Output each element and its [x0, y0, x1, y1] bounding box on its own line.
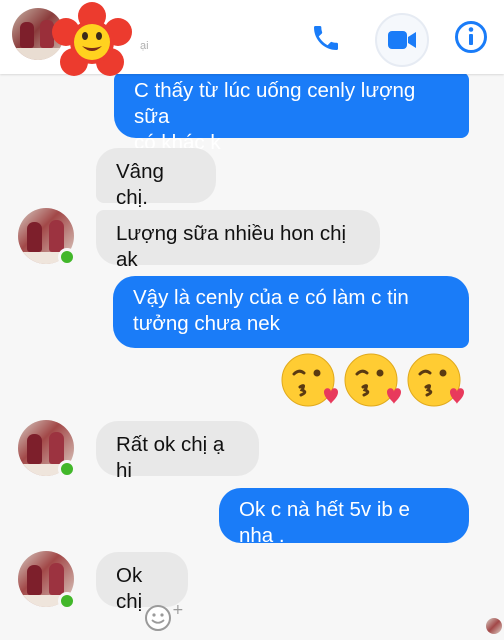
face-blowing-kiss-icon[interactable] — [343, 350, 405, 412]
online-status-indicator — [58, 248, 76, 266]
online-status-indicator — [58, 460, 76, 478]
info-icon — [455, 21, 487, 53]
seen-indicator-avatar — [486, 618, 502, 634]
message-sent[interactable]: Vậy là cenly của e có làm c tin tưởng ch… — [113, 276, 469, 348]
reaction-plus: + — [172, 602, 184, 618]
online-status-indicator — [58, 592, 76, 610]
message-received[interactable]: Ok chị — [96, 552, 188, 613]
message-sent[interactable]: C thấy từ lúc uống cenly lượng sữa có kh… — [114, 72, 469, 154]
add-reaction-button[interactable]: + — [143, 601, 187, 633]
add-reaction-icon: + — [145, 602, 184, 631]
chat-screen: ại C thấy từ lúc uống cenly lượng sữa có… — [0, 0, 504, 640]
message-received[interactable]: Vâng chị. — [96, 148, 216, 209]
video-camera-icon — [388, 31, 416, 49]
message-sent[interactable]: Ok c nà hết 5v ib e nha . — [219, 488, 469, 547]
phone-icon — [314, 26, 338, 50]
call-button[interactable] — [306, 18, 346, 58]
header-subtitle: ại — [140, 40, 149, 52]
face-blowing-kiss-icon[interactable] — [280, 350, 342, 412]
face-blowing-kiss-icon[interactable] — [406, 350, 468, 412]
message-received[interactable]: Rất ok chị ạ hi — [96, 421, 259, 482]
video-call-button[interactable] — [375, 13, 429, 67]
message-received[interactable]: Lượng sữa nhiều hon chị ak — [96, 210, 380, 271]
flower-sticker-icon — [52, 2, 132, 76]
info-button[interactable] — [450, 16, 492, 58]
chat-header: ại — [0, 0, 504, 76]
